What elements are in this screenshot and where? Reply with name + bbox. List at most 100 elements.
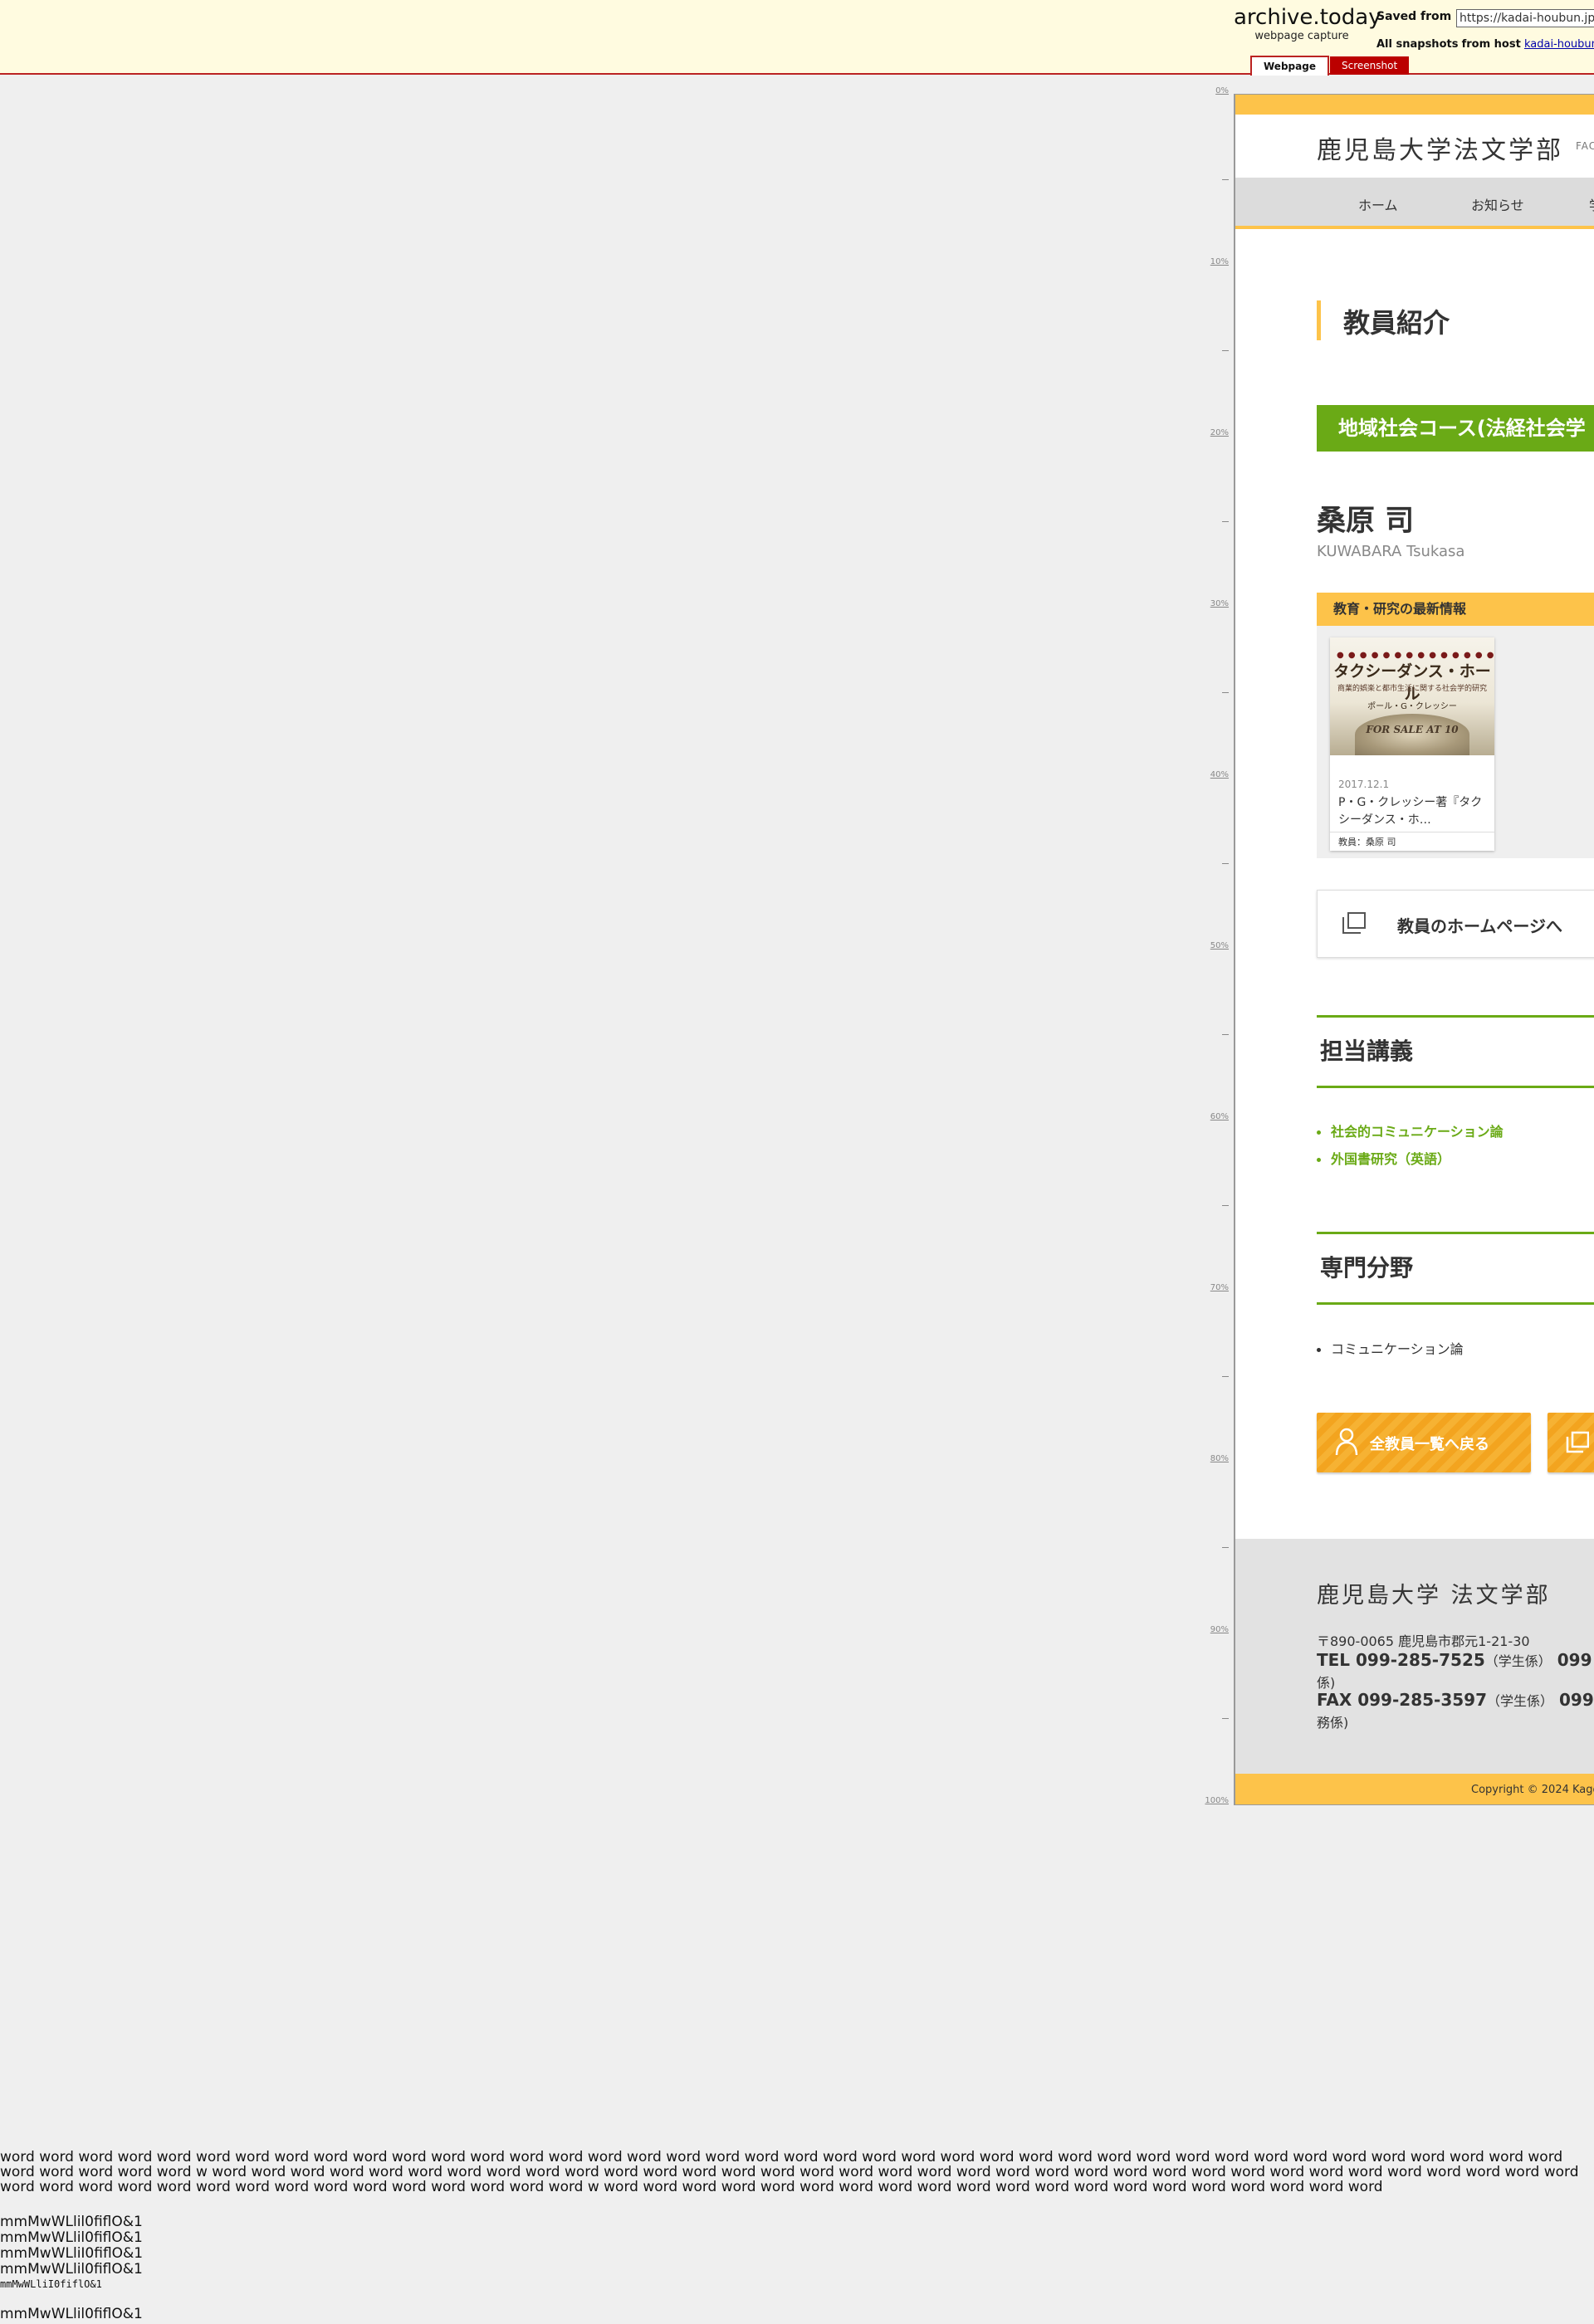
ruler-mark-90[interactable]: 90%	[1196, 1625, 1229, 1634]
nav-item-home[interactable]: ホーム	[1358, 194, 1398, 214]
footer-tel-number: TEL 099-285-7525	[1317, 1650, 1485, 1670]
section-rule	[1317, 1302, 1594, 1305]
window-icon	[1342, 912, 1366, 934]
ruler-tick	[1222, 1547, 1229, 1548]
nav-item-students[interactable]: 学	[1589, 194, 1594, 214]
copyright-text: Copyright © 2024 Kagos	[1471, 1784, 1594, 1796]
bullet-icon	[1317, 1158, 1321, 1162]
lecture-item[interactable]: 社会的コミュニケーション論	[1317, 1120, 1504, 1140]
course-banner: 地域社会コース(法経社会学	[1317, 405, 1594, 452]
field-heading: 専門分野	[1320, 1254, 1414, 1282]
archive-logo-title[interactable]: archive.today	[1234, 5, 1381, 30]
ruler-tick	[1222, 521, 1229, 522]
news-title[interactable]: P・G・クレッシー著『タクシーダンス・ホ…	[1338, 794, 1491, 829]
field-item: コミュニケーション論	[1317, 1338, 1464, 1358]
back-to-faculty-list-label: 全教員一覧へ戻る	[1370, 1436, 1489, 1453]
copyright-bar: Copyright © 2024 Kagos	[1235, 1774, 1594, 1804]
font-test-line: mmMwWLlil0fiflO&1	[0, 2306, 143, 2322]
lecture-item[interactable]: 外国書研究（英語）	[1317, 1148, 1450, 1168]
section-rule	[1317, 1232, 1594, 1234]
news-list: ● ● ● ● ● ● ● ● ● ● ● ● ● ● ● タクシーダンス・ホー…	[1317, 626, 1594, 858]
bullet-icon	[1317, 1348, 1321, 1352]
orange-link-button[interactable]	[1548, 1413, 1594, 1472]
lectures-heading: 担当講義	[1320, 1038, 1414, 1065]
captured-page-frame: 鹿児島大学法文学部 FAC ホーム お知らせ 学 教員紹介 地域社会コース(法経…	[1234, 94, 1594, 1805]
lecture-item-label[interactable]: 外国書研究（英語）	[1331, 1151, 1450, 1167]
footer-fax-number: FAX 099-285-3597	[1317, 1690, 1487, 1710]
from-host-label: from host	[1461, 38, 1521, 51]
ruler-tick	[1222, 179, 1229, 180]
bullet-icon	[1317, 1130, 1321, 1135]
ruler-mark-0[interactable]: 0%	[1196, 86, 1229, 95]
book-cover-sale-text: FOR SALE AT 10	[1366, 724, 1459, 735]
ruler-tick	[1222, 1376, 1229, 1377]
news-section-heading: 教育・研究の最新情報	[1317, 593, 1594, 626]
ruler-mark-70[interactable]: 70%	[1196, 1283, 1229, 1292]
site-title-sub: FAC	[1576, 140, 1594, 152]
footer-tel-note: （学生係）	[1484, 1653, 1552, 1669]
font-test-line: mmMwWLlil0fiflO&1	[0, 2229, 143, 2246]
tab-screenshot[interactable]: Screenshot	[1330, 56, 1410, 75]
book-cover-image[interactable]: ● ● ● ● ● ● ● ● ● ● ● ● ● ● ● タクシーダンス・ホー…	[1330, 637, 1494, 755]
ruler-tick	[1222, 1034, 1229, 1035]
ruler-mark-80[interactable]: 80%	[1196, 1454, 1229, 1463]
faculty-homepage-button[interactable]: 教員のホームページへ	[1317, 890, 1594, 958]
book-cover-subtitle: 商業的娯楽と都市生活に関する社会学的研究	[1337, 685, 1487, 693]
ruler-mark-60[interactable]: 60%	[1196, 1112, 1229, 1121]
font-test-words: word word word word word word word word …	[0, 2149, 1579, 2195]
faculty-name: 桑原 司	[1317, 505, 1415, 538]
tab-webpage[interactable]: Webpage	[1250, 56, 1329, 76]
host-link[interactable]: kadai-houbun.jp	[1524, 38, 1594, 51]
footer-address: 〒890-0065 鹿児島市郡元1-21-30	[1317, 1633, 1530, 1649]
ruler-tick	[1222, 863, 1229, 864]
page-title: 教員紹介	[1343, 307, 1450, 339]
section-rule	[1317, 1086, 1594, 1088]
ruler-mark-50[interactable]: 50%	[1196, 941, 1229, 950]
saved-from-label: Saved from	[1376, 10, 1452, 23]
archive-logo[interactable]: archive.today webpage capture	[1234, 5, 1381, 42]
site-footer: 鹿児島大学 法文学部 〒890-0065 鹿児島市郡元1-21-30 TEL 0…	[1235, 1539, 1594, 1774]
footer-tel-more: 099	[1557, 1650, 1592, 1670]
faculty-name-romaji: KUWABARA Tsukasa	[1317, 543, 1465, 560]
ruler-mark-100[interactable]: 100%	[1196, 1796, 1229, 1805]
nav-item-news[interactable]: お知らせ	[1471, 194, 1524, 214]
book-cover-author: ポール・G・クレッシー	[1367, 702, 1457, 711]
heading-accent	[1317, 300, 1321, 340]
archive-header: archive.today webpage capture Saved from…	[0, 0, 1594, 76]
archive-logo-subtitle: webpage capture	[1254, 30, 1349, 42]
field-item-label: コミュニケーション論	[1331, 1341, 1464, 1357]
ruler-tick	[1222, 692, 1229, 693]
footer-tel: TEL 099-285-7525（学生係） 099 係)	[1317, 1650, 1594, 1693]
font-test-line: mmMwWLliI0fiflO&1	[0, 2245, 144, 2262]
footer-fax-note: （学生係）	[1487, 1693, 1554, 1709]
ruler-mark-30[interactable]: 30%	[1196, 599, 1229, 608]
news-card[interactable]: ● ● ● ● ● ● ● ● ● ● ● ● ● ● ● タクシーダンス・ホー…	[1330, 637, 1494, 851]
ruler-mark-20[interactable]: 20%	[1196, 428, 1229, 437]
ruler-mark-10[interactable]: 10%	[1196, 257, 1229, 266]
faculty-homepage-label: 教員のホームページへ	[1397, 916, 1562, 936]
news-author: 教員：桑原 司	[1330, 832, 1494, 851]
window-icon	[1566, 1431, 1589, 1453]
footer-fax-more: 099	[1558, 1690, 1594, 1710]
footer-fax-wrap: 務係)	[1317, 1715, 1349, 1731]
ruler-tick	[1222, 1205, 1229, 1206]
book-cover-title: タクシーダンス・ホール	[1333, 662, 1491, 703]
all-snapshots-link[interactable]: All snapshots	[1376, 38, 1458, 51]
lecture-item-label[interactable]: 社会的コミュニケーション論	[1331, 1124, 1504, 1140]
footer-fax: FAX 099-285-3597（学生係） 099 務係)	[1317, 1690, 1594, 1733]
person-icon	[1335, 1428, 1358, 1456]
news-date: 2017.12.1	[1338, 779, 1390, 790]
saved-url-field[interactable]: https://kadai-houbun.jp/p	[1456, 9, 1594, 27]
font-test-line-mono: mmMwWLliI0fiflO&1	[0, 2278, 102, 2290]
font-test-line: mmMwWLlil0fiflO&1	[0, 2214, 143, 2230]
ruler-mark-40[interactable]: 40%	[1196, 770, 1229, 779]
back-to-faculty-list-button[interactable]: 全教員一覧へ戻る	[1317, 1413, 1531, 1472]
section-rule	[1317, 1015, 1594, 1018]
footer-title: 鹿児島大学 法文学部	[1317, 1583, 1551, 1609]
ruler-tick	[1222, 1718, 1229, 1719]
footer-tel-wrap: 係)	[1317, 1675, 1336, 1691]
site-top-bar	[1235, 95, 1594, 115]
font-test-line: mmMwWLlil0fiflO&1	[0, 2261, 143, 2278]
site-title[interactable]: 鹿児島大学法文学部	[1317, 129, 1563, 166]
ruler-tick	[1222, 350, 1229, 351]
